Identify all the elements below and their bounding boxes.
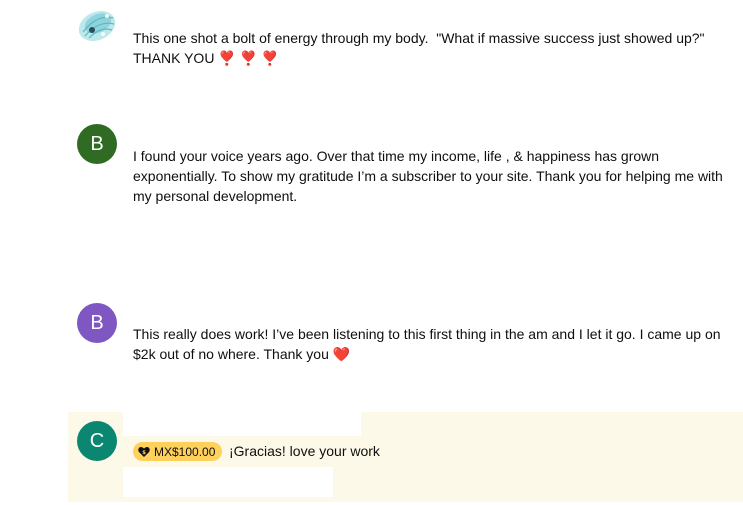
super-thanks-heart-icon: $: [138, 446, 150, 457]
avatar[interactable]: C: [77, 421, 117, 461]
super-thanks-badge: $ MX$100.00: [133, 442, 223, 461]
seashell-avatar-icon[interactable]: [77, 6, 117, 46]
avatar[interactable]: B: [77, 124, 117, 164]
avatar[interactable]: B: [77, 303, 117, 343]
super-thanks-amount: MX$100.00: [154, 444, 216, 459]
hearts-emoji: ❣️ ❣️ ❣️: [218, 50, 279, 66]
heart-emoji: ❤️: [332, 346, 351, 362]
comment-text: I found your voice years ago. Over that …: [133, 148, 727, 204]
svg-text:$: $: [142, 449, 146, 455]
comment-text: ¡Gracias! love your work: [229, 443, 380, 459]
redacted-actions: [123, 467, 333, 497]
redacted-username: [123, 404, 361, 436]
comment-text: This really does work! I’ve been listeni…: [133, 326, 725, 362]
comment-text: This one shot a bolt of energy through m…: [133, 30, 705, 66]
